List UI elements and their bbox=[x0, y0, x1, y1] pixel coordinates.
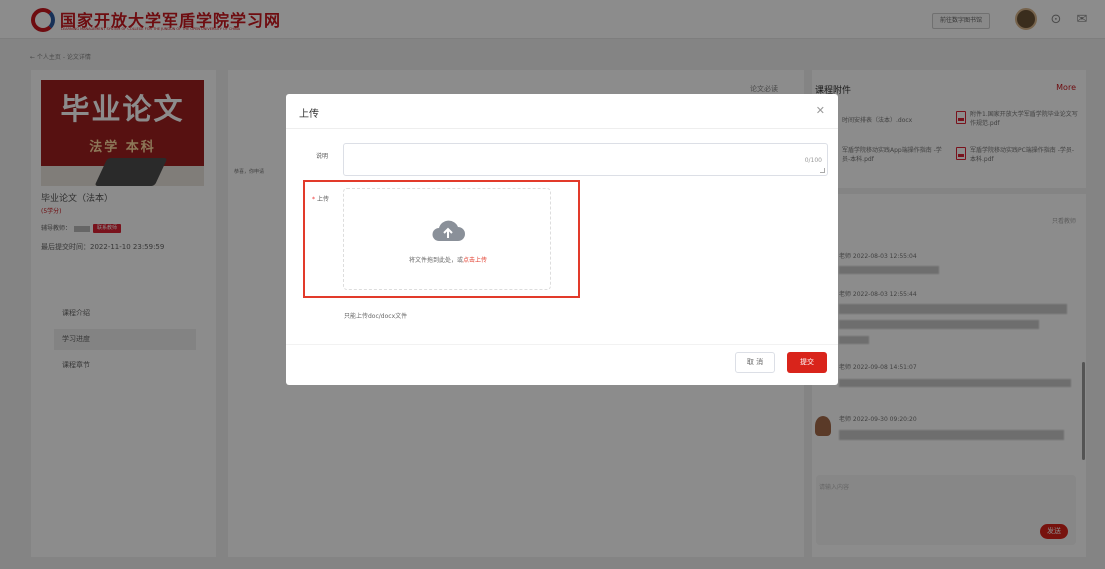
dialog-footer-divider bbox=[286, 344, 838, 345]
drop-zone-text: 将文件拖到此处，或点击上传 bbox=[344, 255, 552, 264]
resize-handle-icon[interactable] bbox=[820, 168, 825, 173]
upload-dialog: 上传 ✕ 说明 0/100 * 上传 将文件拖到此处，或点击上传 只能上传doc/… bbox=[286, 94, 838, 385]
char-counter: 0/100 bbox=[804, 157, 822, 164]
upload-hint: 只能上传doc/docx文件 bbox=[344, 313, 408, 320]
upload-label-text: 上传 bbox=[317, 196, 330, 203]
drop-instruction: 将文件拖到此处，或 bbox=[408, 257, 463, 264]
required-asterisk: * bbox=[312, 196, 315, 203]
cloud-upload-icon bbox=[432, 220, 465, 241]
close-icon[interactable]: ✕ bbox=[816, 104, 825, 117]
dialog-title: 上传 bbox=[299, 109, 319, 120]
cancel-button[interactable]: 取 消 bbox=[735, 352, 775, 373]
file-drop-zone[interactable]: 将文件拖到此处，或点击上传 bbox=[343, 188, 551, 290]
description-label: 说明 bbox=[316, 153, 329, 160]
description-textarea[interactable]: 0/100 bbox=[343, 143, 828, 176]
submit-button[interactable]: 提交 bbox=[787, 352, 827, 373]
click-upload-link[interactable]: 点击上传 bbox=[463, 257, 487, 264]
dialog-divider bbox=[286, 128, 838, 129]
upload-label: * 上传 bbox=[312, 194, 329, 203]
